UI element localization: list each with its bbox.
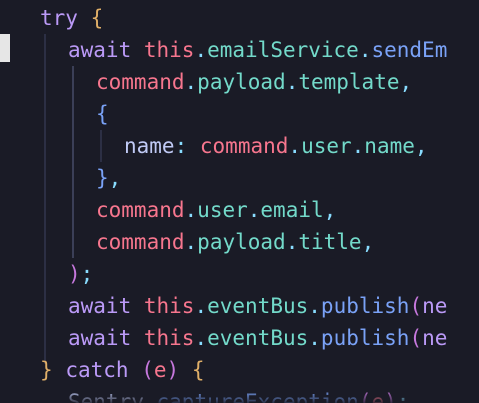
code-token: . [194,326,208,350]
code-token: name [364,134,415,158]
code-token: payload [197,70,286,94]
code-token: sendEm [371,38,448,62]
code-token: ( [141,358,154,382]
code-token: captureException [156,390,359,403]
code-token: title [298,230,362,254]
code-line[interactable]: name: command.user.name, [0,130,479,162]
code-token: this [143,326,195,350]
code-token: command [96,230,185,254]
code-token: . [288,134,302,158]
code-token: publish [320,326,410,350]
code-token: name [124,134,175,158]
code-token: , [399,70,413,94]
code-line[interactable]: { [0,98,479,130]
code-token: ne [422,326,448,350]
code-token: . [358,38,372,62]
code-token: . [194,294,208,318]
code-token: . [143,390,157,403]
code-token: payload [197,230,286,254]
code-token: ; [396,390,410,403]
code-editor[interactable]: try { await this.emailService.sendEm com… [0,0,479,403]
code-token: , [323,198,337,222]
code-token: e [153,358,167,382]
code-token: . [285,230,299,254]
code-line[interactable]: await this.eventBus.publish(ne [0,290,479,322]
code-token: await [68,294,132,318]
code-token: . [184,230,198,254]
code-token: this [143,294,195,318]
code-token: this [143,38,195,62]
code-token: e [371,390,385,403]
code-token: user [301,134,352,158]
code-token: await [68,326,132,350]
code-token: . [308,326,321,350]
code-token: . [247,198,261,222]
code-token: user [197,198,248,222]
code-token: ) [384,390,397,403]
code-line[interactable]: command.payload.template, [0,66,479,98]
code-line[interactable]: ); [0,258,479,290]
code-token: email [260,198,324,222]
code-token: : [174,134,188,158]
code-token: , [108,166,122,190]
code-token: . [184,70,198,94]
code-token: { [191,358,205,382]
code-line[interactable]: await this.eventBus.publish(ne [0,322,479,354]
code-token: ) [68,262,81,286]
code-token: . [184,198,198,222]
code-line[interactable]: command.user.email, [0,194,479,226]
code-token: . [308,294,321,318]
code-token: ) [166,358,180,382]
code-token: ( [409,294,423,318]
code-token: } [96,166,109,190]
code-token: eventBus [207,326,309,350]
code-token: , [414,134,428,158]
code-token: command [96,198,185,222]
code-token: emailService [207,38,359,62]
code-token: publish [320,294,410,318]
code-token: eventBus [207,294,309,318]
code-token: . [351,134,365,158]
code-token: . [194,38,208,62]
code-token: command [96,70,185,94]
code-line[interactable]: await this.emailService.sendEm [0,34,479,66]
code-token: { [96,102,109,126]
code-line[interactable]: }, [0,162,479,194]
code-token: template [298,70,400,94]
code-line[interactable]: } catch (e) { [0,354,479,386]
code-line[interactable]: Sentry.captureException(e); [0,386,479,403]
code-token: { [90,6,104,30]
code-token: ne [422,294,448,318]
code-token: } [40,358,53,382]
code-line[interactable]: try { [0,2,479,34]
code-token: ( [358,390,372,403]
code-token: ( [409,326,423,350]
code-token: . [285,70,299,94]
code-token: Sentry [68,390,144,403]
code-token: await [68,38,132,62]
code-token: try [40,6,78,30]
code-token: ; [80,262,94,286]
code-token: , [361,230,375,254]
code-token: command [199,134,289,158]
code-token: catch [65,358,129,382]
code-line[interactable]: command.payload.title, [0,226,479,258]
